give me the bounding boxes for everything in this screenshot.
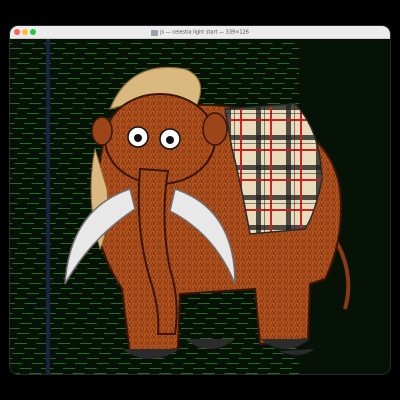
window-title-wrap: js — celestia light start — 339×126 xyxy=(10,26,390,38)
title-bar[interactable]: js — celestia light start — 339×126 xyxy=(10,26,390,39)
window-title: js — celestia light start — 339×126 xyxy=(160,29,249,36)
woolly-mammoth-icon xyxy=(64,66,351,359)
terminal-output[interactable]: ▁ ▁▁▁▁▁ ▁▁▁▁▁ ▁▁▁▁▁ ▁▁▁▁▁ ▁▁▁▁▁ ▁▁▁▁▁ ▁▁… xyxy=(10,39,390,374)
terminal-window: js — celestia light start — 339×126 ▁ ▁▁… xyxy=(10,26,390,374)
folder-icon xyxy=(151,29,159,36)
